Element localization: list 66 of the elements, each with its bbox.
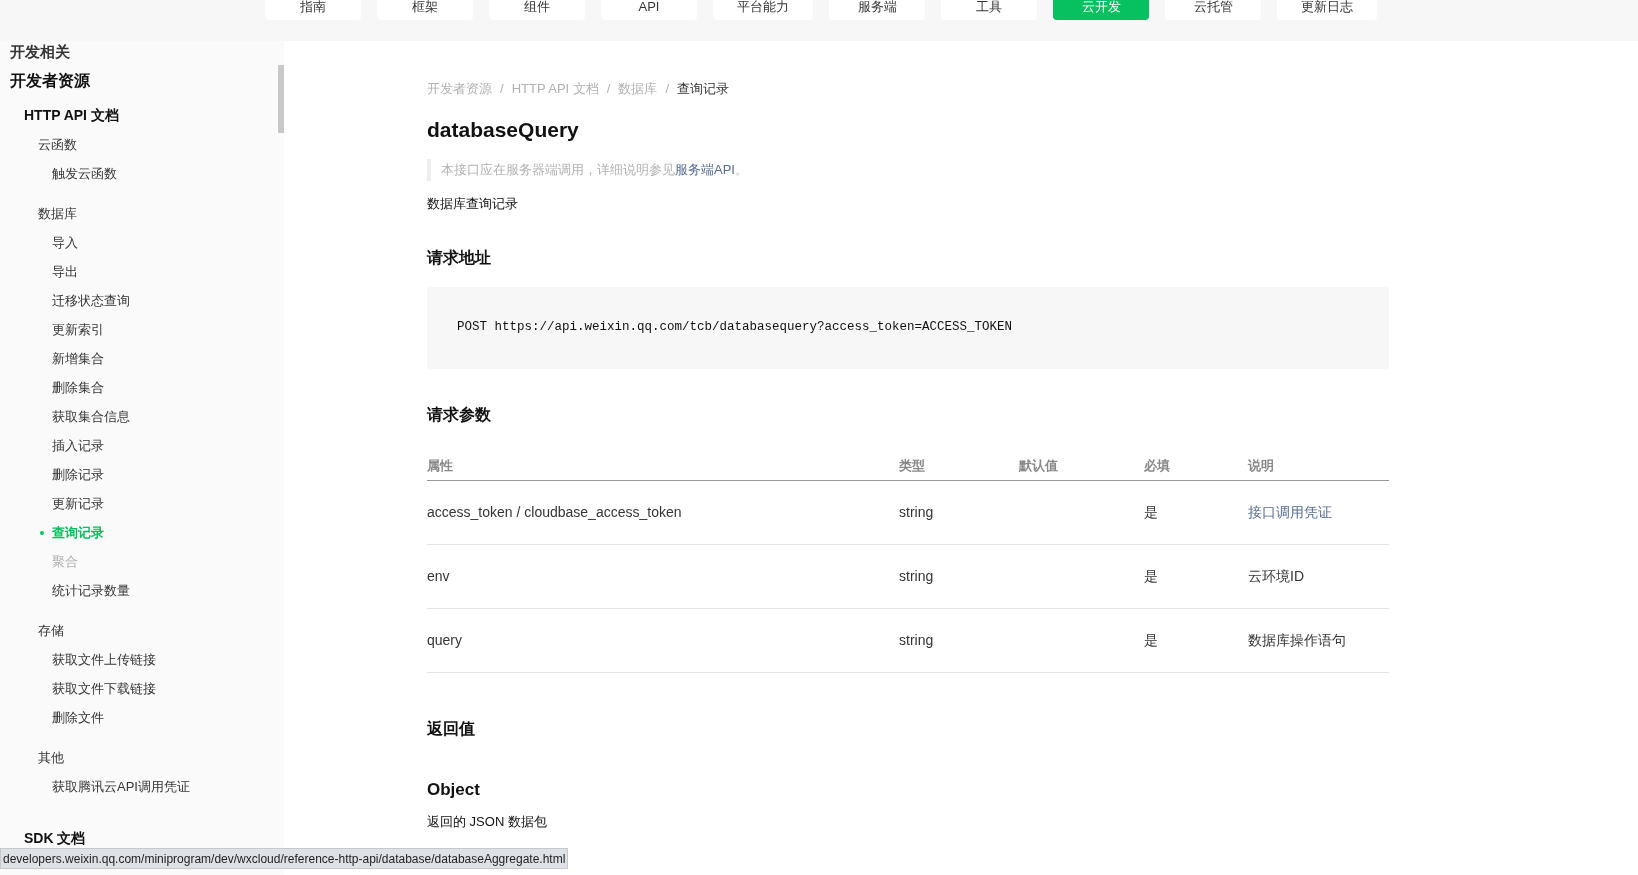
type-heading: Object: [427, 778, 481, 801]
table-cell: 是: [1144, 504, 1158, 520]
sidebar-item[interactable]: 删除记录: [52, 464, 104, 485]
sidebar-item[interactable]: 删除文件: [52, 707, 104, 728]
table-cell: 是: [1144, 568, 1158, 584]
breadcrumb-separator: /: [500, 80, 504, 99]
column-header: 默认值: [1019, 458, 1058, 473]
nav-tab[interactable]: 服务端: [829, 0, 925, 20]
sidebar-heading: 开发者资源: [10, 71, 90, 91]
breadcrumb-separator: /: [665, 80, 670, 99]
code-block: POST https://api.weixin.qq.com/tcb/databasequery?access_token=ACCESS_TOKEN: [427, 286, 1389, 369]
nav-tab[interactable]: 工具: [941, 0, 1037, 20]
table-cell: string: [899, 504, 934, 520]
status-bar-url: developers.weixin.qq.com/miniprogram/dev/wxcloud/reference-http-api/database/databaseAggregate.html: [0, 848, 569, 869]
table-cell: 云环境ID: [1248, 568, 1304, 584]
note-link[interactable]: 服务端API: [675, 162, 735, 178]
nav-tab[interactable]: 更新日志: [1277, 0, 1377, 20]
table-cell: query: [427, 632, 463, 648]
table-cell: 是: [1144, 632, 1158, 648]
sidebar-section[interactable]: SDK 文档: [24, 828, 86, 849]
sidebar-group[interactable]: 数据库: [38, 204, 77, 224]
sidebar-group[interactable]: 云函数: [38, 135, 77, 155]
sidebar-item[interactable]: 统计记录数量: [52, 580, 130, 601]
sidebar-heading: 开发相关: [10, 41, 70, 62]
sidebar-item[interactable]: 导入: [52, 232, 78, 253]
table-cell: access_token / cloudbase_access_token: [427, 504, 682, 520]
scrollbar-thumb[interactable]: [278, 65, 284, 133]
sidebar-item[interactable]: 删除集合: [52, 377, 104, 398]
nav-tab[interactable]: 云托管: [1165, 0, 1261, 20]
sidebar-group[interactable]: 存储: [38, 621, 64, 641]
table-cell: string: [899, 632, 934, 648]
column-header: 属性: [427, 458, 453, 473]
nav-tab[interactable]: 指南: [265, 0, 361, 20]
nav-tab[interactable]: 框架: [377, 0, 473, 20]
breadcrumb-separator: /: [606, 80, 611, 99]
section-heading: 返回值: [427, 718, 476, 739]
return-description: 返回的 JSON 数据包: [427, 813, 548, 831]
sidebar-item[interactable]: 更新记录: [52, 493, 104, 514]
table-cell: env: [427, 568, 450, 584]
sidebar-section[interactable]: HTTP API 文档: [24, 104, 119, 126]
sidebar-item[interactable]: 更新索引: [52, 319, 104, 340]
section-heading: 请求地址: [427, 247, 492, 268]
sidebar-item[interactable]: 获取文件下载链接: [52, 678, 156, 699]
sidebar-item[interactable]: 导出: [52, 261, 78, 282]
sidebar-item[interactable]: 触发云函数: [52, 163, 117, 184]
table-link[interactable]: 接口调用凭证: [1248, 504, 1332, 520]
nav-tab[interactable]: API: [601, 0, 697, 20]
column-header: 必填: [1144, 458, 1170, 473]
sidebar-item[interactable]: 获取集合信息: [52, 406, 130, 427]
column-header: 说明: [1248, 458, 1274, 473]
nav-tab[interactable]: 组件: [489, 0, 585, 20]
column-header: 类型: [899, 458, 925, 473]
table-cell: 数据库操作语句: [1248, 632, 1346, 648]
sidebar-item[interactable]: 获取腾讯云API调用凭证: [52, 776, 190, 797]
breadcrumb-link[interactable]: 查询记录: [677, 79, 730, 99]
sidebar-item[interactable]: 插入记录: [52, 435, 104, 456]
sidebar-item[interactable]: 获取文件上传链接: [52, 649, 156, 670]
table-cell: string: [899, 568, 934, 584]
section-heading: 请求参数: [427, 404, 492, 425]
page-title: databaseQuery: [427, 117, 580, 143]
sidebar-item[interactable]: 迁移状态查询: [52, 290, 130, 311]
description-text: 数据库查询记录: [427, 195, 519, 213]
note-text: 本接口应在服务器端调用，详细说明参见服务端API。: [441, 161, 748, 180]
sidebar-item[interactable]: 新增集合: [52, 348, 104, 369]
nav-tab[interactable]: 平台能力: [713, 0, 813, 20]
sidebar-group[interactable]: 其他: [38, 748, 64, 768]
